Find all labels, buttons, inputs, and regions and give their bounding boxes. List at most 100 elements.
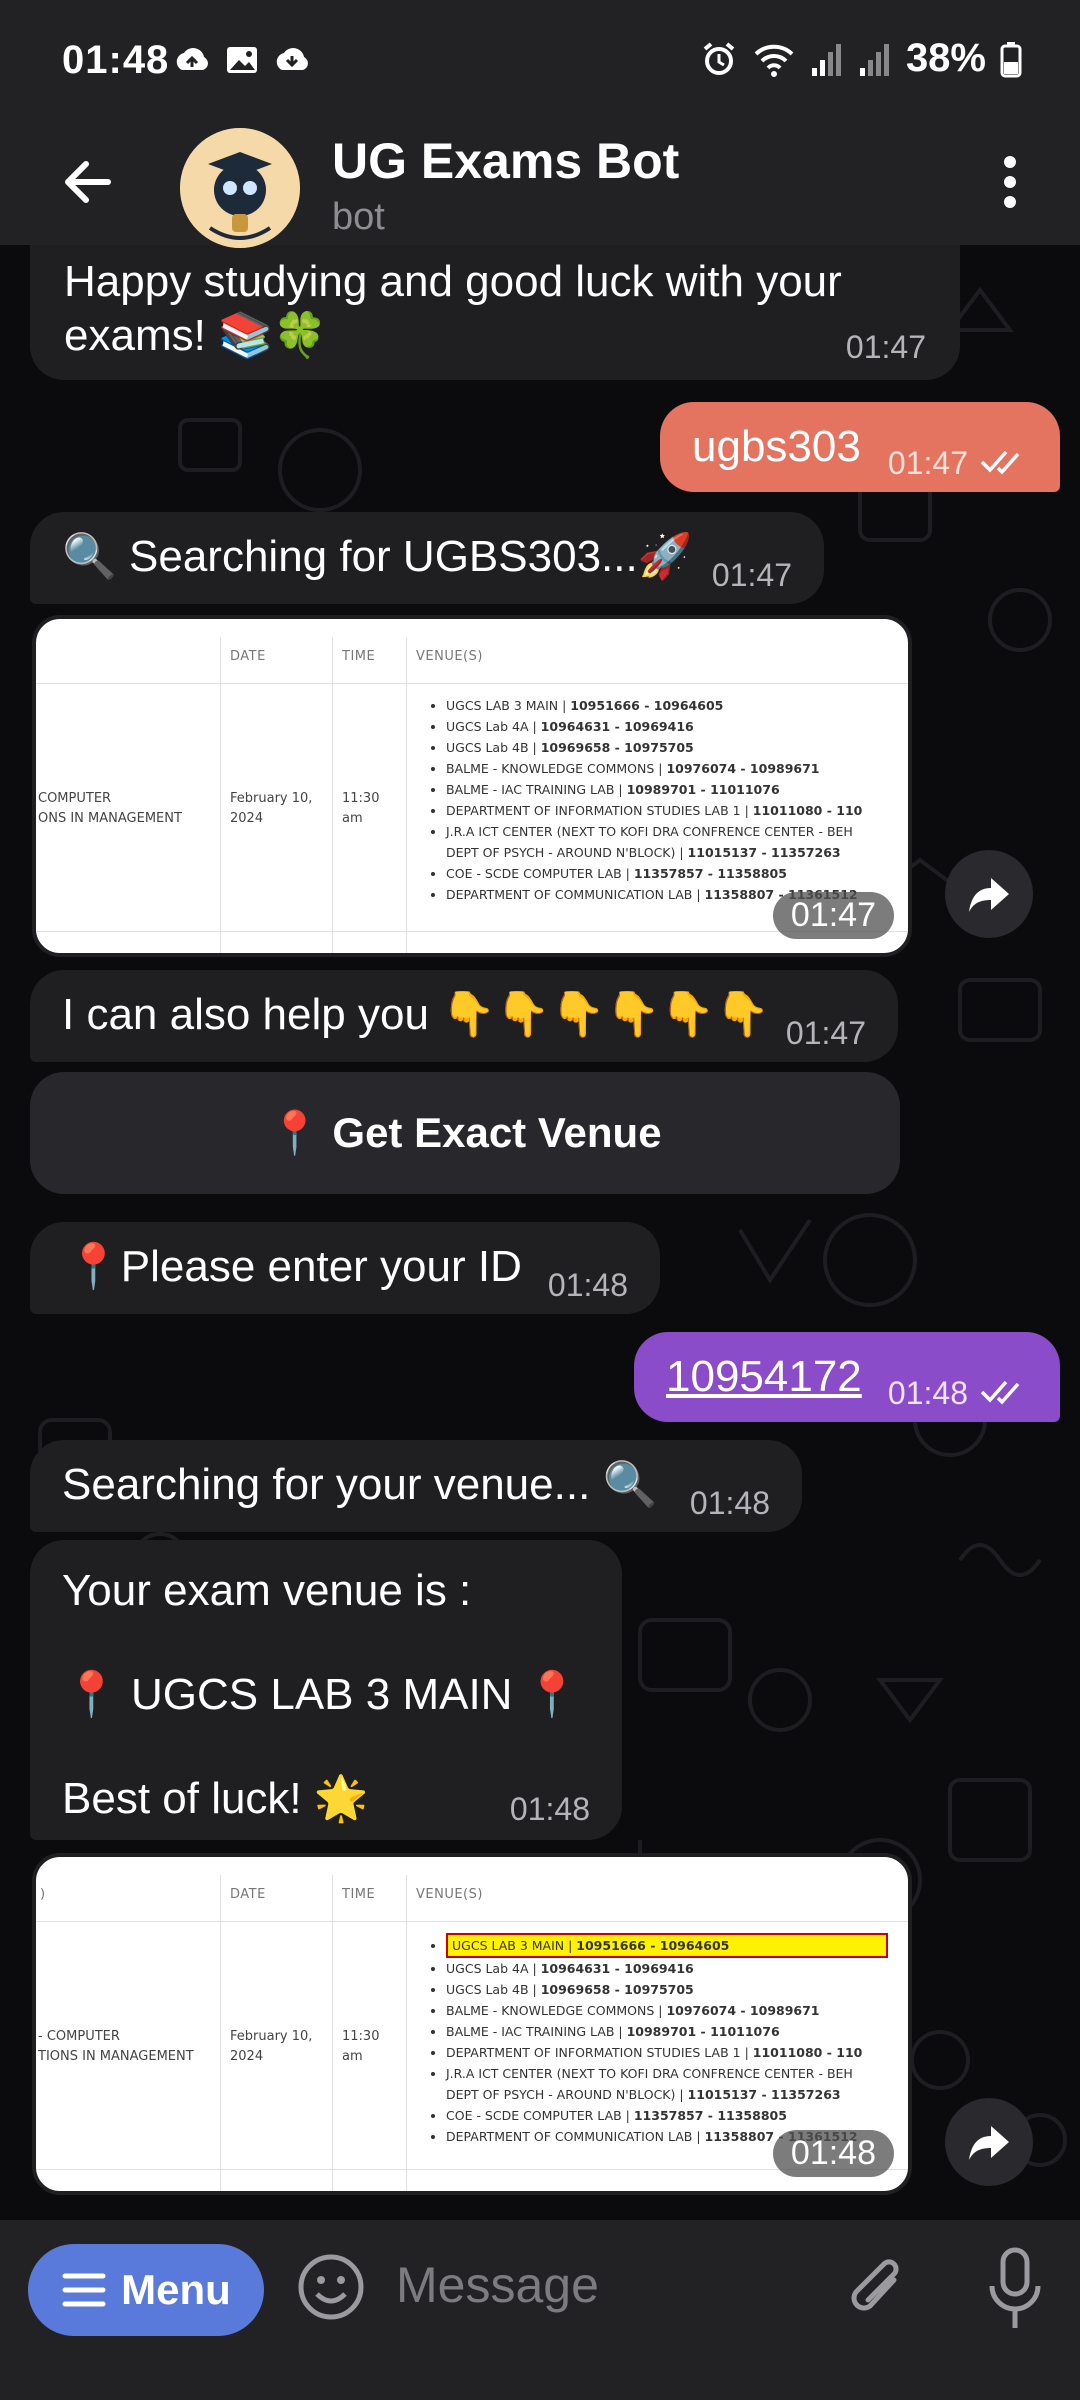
exam-timetable-image[interactable]: DATE TIME VENUE(S) COMPUTER ONS IN MANAG…: [32, 615, 912, 957]
incoming-message[interactable]: Happy studying and good luck with your e…: [30, 230, 960, 380]
arrow-left-icon: [65, 161, 111, 203]
graduate-robot-icon: [180, 128, 300, 248]
incoming-message[interactable]: Searching for your venue... 🔍 01:48: [30, 1440, 802, 1532]
table-header-venue: VENUE(S): [416, 649, 483, 664]
menu-label: Menu: [121, 2266, 231, 2313]
message-text: ugbs303: [692, 422, 861, 471]
student-id-link[interactable]: 10954172: [666, 1350, 862, 1404]
table-divider: [36, 683, 908, 684]
venue-item: DEPARTMENT OF INFORMATION STUDIES LAB 1 …: [446, 800, 908, 821]
exam-timetable-highlight-image[interactable]: ) DATE TIME VENUE(S) - COMPUTER TIONS IN…: [32, 1853, 912, 2195]
double-check-icon: [980, 1380, 1020, 1405]
outgoing-message[interactable]: 10954172 01:48: [634, 1332, 1060, 1422]
bot-avatar[interactable]: [180, 128, 300, 248]
forward-button[interactable]: [945, 2098, 1033, 2186]
table-divider: [36, 931, 908, 932]
table-divider: [220, 637, 221, 953]
venue-item: J.R.A ICT CENTER (NEXT TO KOFI DRA CONFR…: [446, 2063, 908, 2105]
message-text: 🔍 Searching for UGBS303...🚀: [62, 532, 693, 581]
get-exact-venue-button[interactable]: 📍 Get Exact Venue: [30, 1072, 900, 1194]
venue-item: UGCS LAB 3 MAIN | 10951666 - 10964605: [446, 695, 908, 716]
message-time: 01:47: [711, 557, 792, 593]
paperclip-icon[interactable]: [842, 2250, 912, 2330]
image-time-badge: 01:47: [772, 892, 894, 939]
incoming-message[interactable]: Your exam venue is : 📍 UGCS LAB 3 MAIN 📍…: [30, 1540, 622, 1840]
table-divider: [36, 1921, 908, 1922]
exam-time: 11:30 am: [342, 2029, 380, 2064]
message-time: 01:48: [689, 1485, 770, 1521]
venue-item: BALME - IAC TRAINING LAB | 10989701 - 11…: [446, 2021, 908, 2042]
venue-item: BALME - IAC TRAINING LAB | 10989701 - 11…: [446, 779, 908, 800]
table-divider: [332, 637, 333, 953]
message-text: I can also help you 👇👇👇👇👇👇: [62, 990, 770, 1039]
cloud-download-icon: [276, 48, 308, 70]
table-divider: [406, 637, 407, 953]
more-options-button[interactable]: [980, 142, 1040, 222]
venue-item: COE - SCDE COMPUTER LAB | 11357857 - 113…: [446, 2105, 908, 2126]
forward-button[interactable]: [945, 850, 1033, 938]
wifi-icon: [754, 44, 794, 77]
status-system-icons: 38%: [700, 36, 1022, 81]
incoming-message[interactable]: I can also help you 👇👇👇👇👇👇 01:47: [30, 970, 898, 1062]
venue-item-highlighted: UGCS LAB 3 MAIN | 10951666 - 10964605: [446, 1933, 908, 1958]
venue-item: J.R.A ICT CENTER (NEXT TO KOFI DRA CONFR…: [446, 821, 908, 863]
microphone-icon[interactable]: [980, 2244, 1050, 2334]
signal-icon: [811, 43, 841, 76]
double-check-icon: [980, 450, 1020, 475]
exam-time: 11:30 am: [342, 791, 380, 826]
venue-item: BALME - KNOWLEDGE COMMONS | 10976074 - 1…: [446, 2000, 908, 2021]
chat-title[interactable]: UG Exams Bot: [332, 132, 679, 190]
table-header-date: DATE: [230, 1887, 266, 1902]
table-divider: [220, 1875, 221, 2191]
venue-item: BALME - KNOWLEDGE COMMONS | 10976074 - 1…: [446, 758, 908, 779]
exam-date: February 10, 2024: [230, 791, 313, 826]
emoji-icon[interactable]: [296, 2252, 366, 2322]
venue-item: UGCS Lab 4B | 10969658 - 10975705: [446, 1979, 908, 2000]
outgoing-message[interactable]: ugbs303 01:47: [660, 402, 1060, 492]
status-time: 01:48: [62, 38, 170, 82]
forward-arrow-icon: [969, 878, 1009, 912]
venue-item: UGCS Lab 4A | 10964631 - 10969416: [446, 716, 908, 737]
course-name: - COMPUTER TIONS IN MANAGEMENT: [38, 2029, 194, 2064]
back-button[interactable]: [48, 142, 128, 222]
table-divider: [406, 1875, 407, 2191]
message-text: Happy studying and good luck with your e…: [64, 257, 842, 360]
chat-header: UG Exams Bot bot: [0, 120, 1080, 248]
cloud-upload-icon: [176, 48, 208, 70]
course-name: COMPUTER ONS IN MANAGEMENT: [38, 791, 182, 826]
venue-item: UGCS Lab 4A | 10964631 - 10969416: [446, 1958, 908, 1979]
venue-item: DEPARTMENT OF INFORMATION STUDIES LAB 1 …: [446, 2042, 908, 2063]
message-time: 01:47: [785, 1015, 866, 1051]
image-icon: [227, 47, 257, 73]
table-header-partial: ): [40, 1887, 46, 1902]
forward-arrow-icon: [969, 2126, 1009, 2160]
message-composer: Menu Message: [0, 2220, 1080, 2400]
status-notification-icons: [172, 40, 312, 80]
alarm-icon: [703, 41, 735, 75]
image-time-badge: 01:48: [772, 2130, 894, 2177]
message-input[interactable]: Message: [396, 2256, 599, 2314]
venue-result-text: 📍 UGCS LAB 3 MAIN 📍: [64, 1670, 580, 1719]
table-divider: [36, 2169, 908, 2170]
incoming-message[interactable]: 🔍 Searching for UGBS303...🚀 01:47: [30, 512, 824, 604]
message-time: 01:48: [547, 1267, 628, 1303]
battery-icon: [1000, 41, 1022, 77]
menu-icon: [62, 2273, 106, 2307]
venue-list: UGCS LAB 3 MAIN | 10951666 - 10964605 UG…: [428, 1933, 908, 2147]
incoming-message[interactable]: 📍Please enter your ID 01:48: [30, 1222, 660, 1314]
message-time: 01:48: [887, 1375, 968, 1411]
highlighted-venue: UGCS LAB 3 MAIN | 10951666 - 10964605: [446, 1933, 888, 1958]
message-time: 01:47: [887, 445, 968, 481]
message-text: 📍Please enter your ID: [66, 1242, 522, 1291]
bot-menu-button[interactable]: Menu: [28, 2244, 264, 2336]
table-divider: [332, 1875, 333, 2191]
battery-percentage: 38%: [905, 36, 986, 80]
message-text: Your exam venue is :: [62, 1566, 472, 1615]
message-text: Best of luck! 🌟: [62, 1774, 369, 1823]
message-time: 01:48: [509, 1791, 590, 1827]
table-header-time: TIME: [342, 649, 376, 664]
table-header-time: TIME: [342, 1887, 376, 1902]
status-bar: 01:48 38%: [0, 0, 1080, 120]
table-header-venue: VENUE(S): [416, 1887, 483, 1902]
exam-date: February 10, 2024: [230, 2029, 313, 2064]
